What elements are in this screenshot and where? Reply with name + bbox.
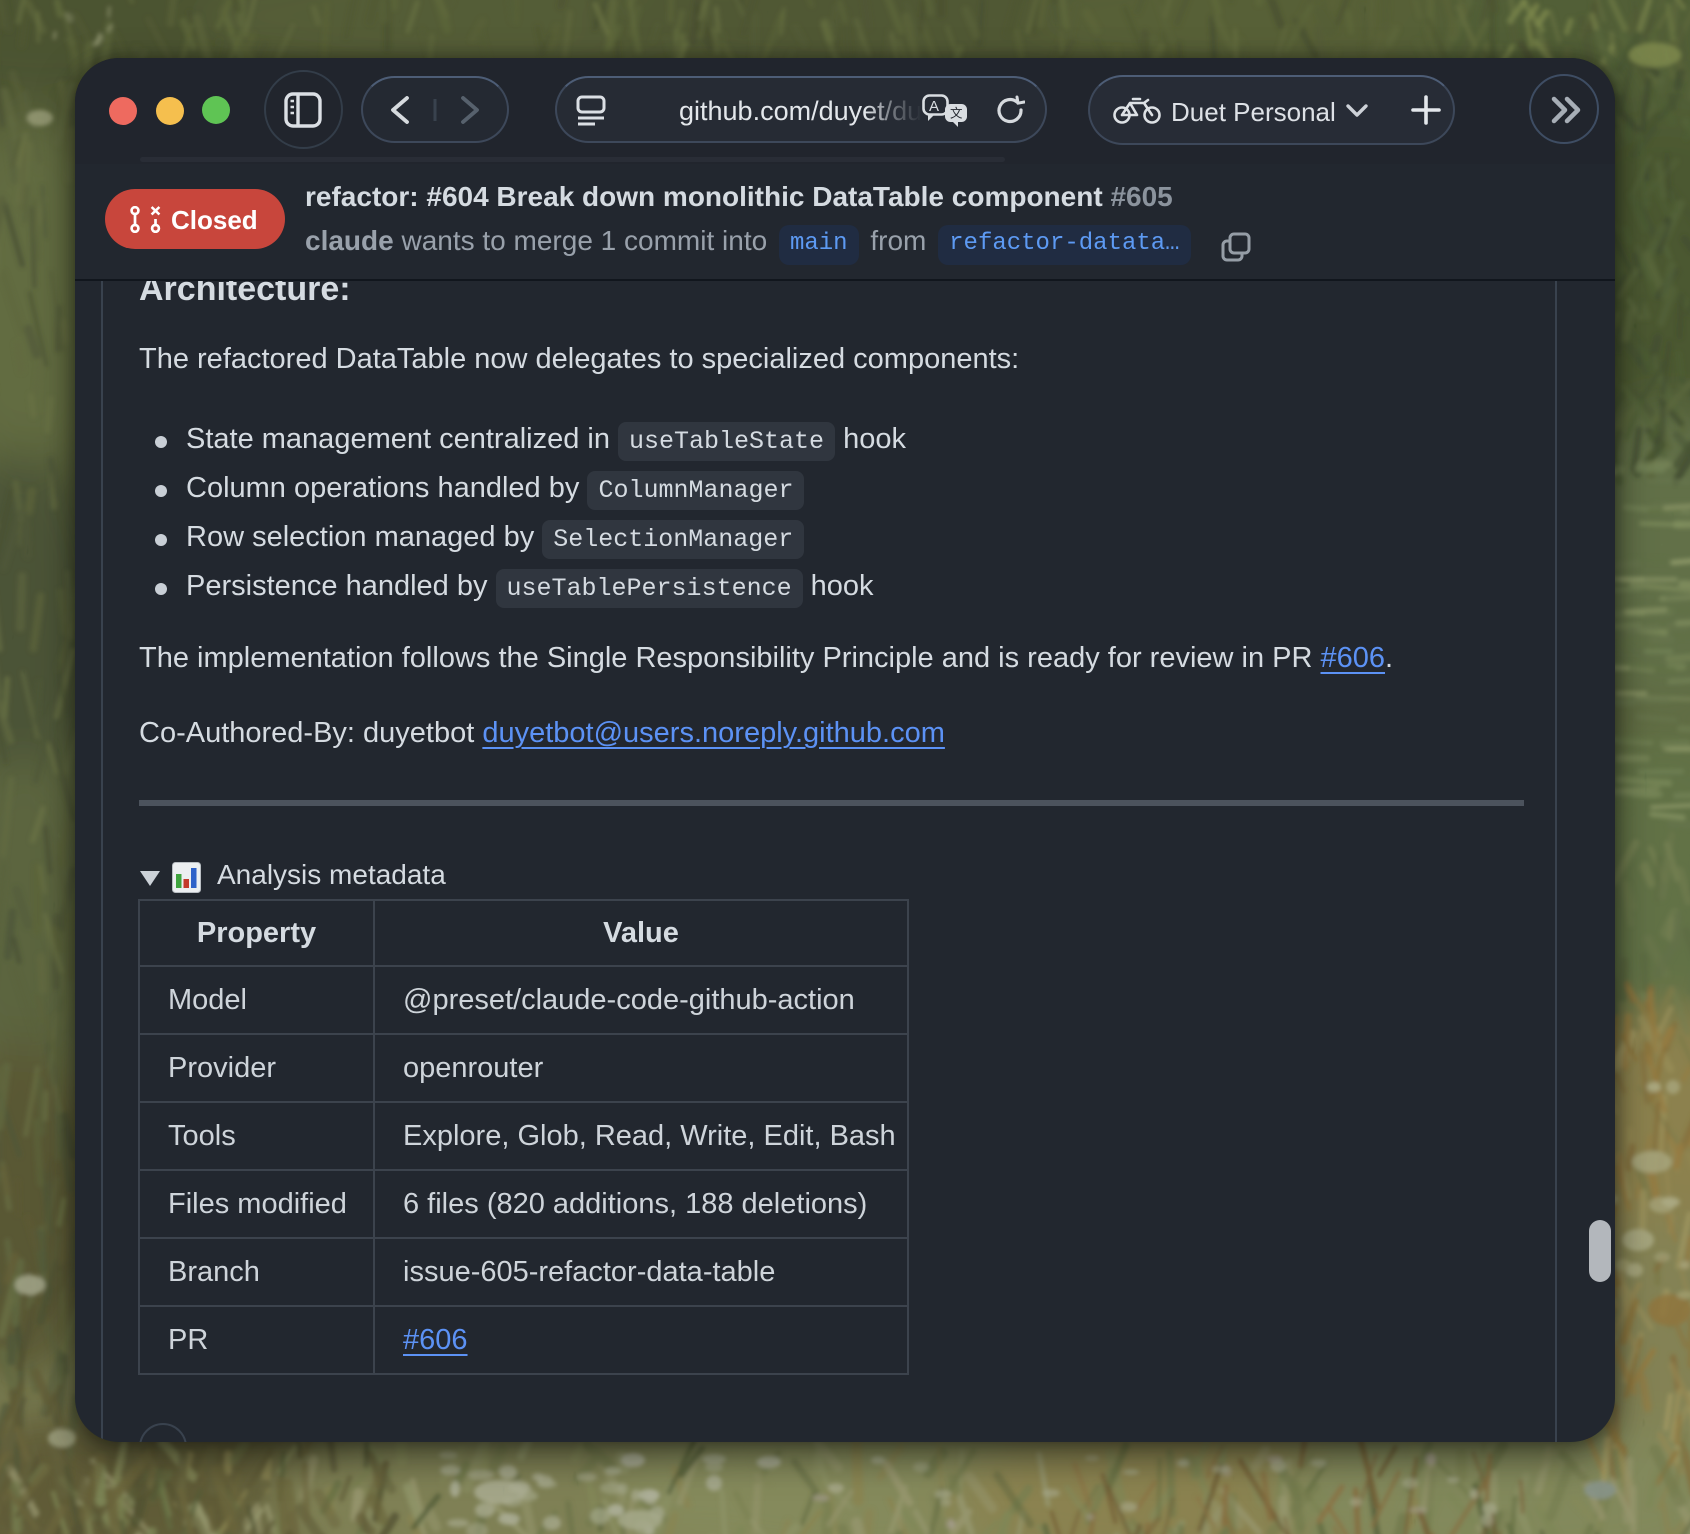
svg-text:A: A	[929, 98, 939, 115]
svg-text:文: 文	[950, 106, 963, 121]
